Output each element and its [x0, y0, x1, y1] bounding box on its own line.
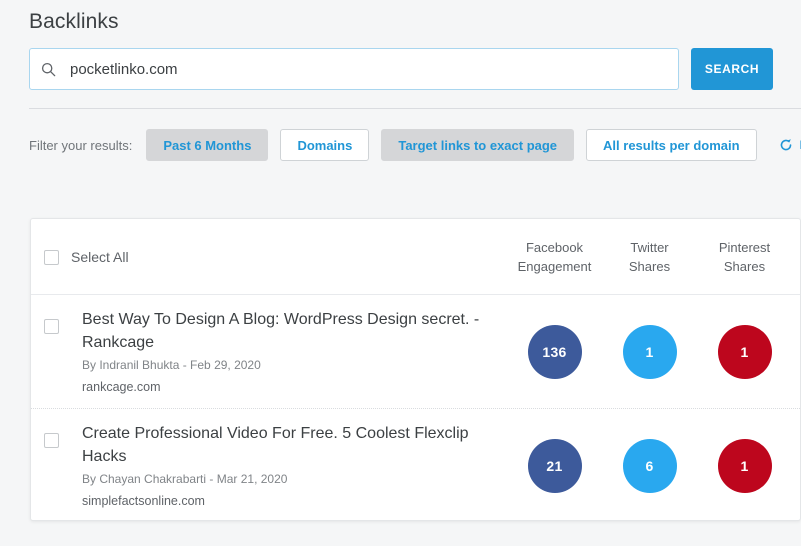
metric-cell-twitter: 6 [602, 438, 697, 493]
filter-chip-all-results-per-domain[interactable]: All results per domain [586, 129, 757, 161]
column-header-pinterest-line2: Shares [723, 258, 766, 274]
row-domain[interactable]: rankcage.com [82, 377, 482, 397]
select-all-checkbox[interactable] [44, 249, 59, 265]
column-header-pinterest-shares: Pinterest Shares [697, 238, 792, 276]
refresh-icon [779, 138, 793, 152]
filter-label: Filter your results: [29, 137, 133, 153]
select-all-control[interactable]: Select All [44, 249, 129, 265]
metric-cell-pinterest: 1 [697, 438, 792, 493]
column-header-twitter-shares: Twitter Shares [602, 238, 697, 276]
row-metrics: 136 1 1 [507, 295, 792, 408]
filter-row: Filter your results: Past 6 Months Domai… [29, 128, 801, 162]
results-card: Select All Facebook Engagement Twitter S… [30, 218, 801, 521]
row-title[interactable]: Create Professional Video For Free. 5 Co… [82, 422, 482, 468]
row-byline: By Indranil Bhukta - Feb 29, 2020 [82, 358, 261, 372]
metric-headers: Facebook Engagement Twitter Shares Pinte… [507, 219, 792, 294]
metric-cell-facebook: 136 [507, 324, 602, 379]
row-info: Create Professional Video For Free. 5 Co… [82, 422, 482, 511]
metric-cell-twitter: 1 [602, 324, 697, 379]
column-header-twitter-line2: Shares [628, 258, 671, 274]
page-title: Backlinks [29, 10, 119, 33]
search-icon [30, 49, 66, 89]
facebook-engagement-badge: 21 [527, 438, 582, 493]
column-header-facebook-line2: Engagement [517, 258, 592, 274]
column-header-facebook-engagement: Facebook Engagement [507, 238, 602, 276]
column-header-facebook-line1: Facebook [525, 239, 584, 255]
filter-chip-past-6-months[interactable]: Past 6 Months [146, 129, 269, 161]
results-header: Select All Facebook Engagement Twitter S… [31, 219, 800, 295]
metric-cell-facebook: 21 [507, 438, 602, 493]
row-byline: By Chayan Chakrabarti - Mar 21, 2020 [82, 472, 288, 486]
table-row[interactable]: Best Way To Design A Blog: WordPress Des… [31, 295, 800, 409]
column-header-pinterest-line1: Pinterest [718, 239, 771, 255]
table-row[interactable]: Create Professional Video For Free. 5 Co… [31, 409, 800, 520]
row-info: Best Way To Design A Blog: WordPress Des… [82, 308, 482, 397]
twitter-shares-badge: 1 [622, 324, 677, 379]
twitter-shares-badge: 6 [622, 438, 677, 493]
row-metrics: 21 6 1 [507, 409, 792, 520]
search-input[interactable] [66, 49, 678, 89]
column-header-twitter-line1: Twitter [630, 239, 669, 255]
row-title[interactable]: Best Way To Design A Blog: WordPress Des… [82, 308, 482, 354]
filter-chip-target-links-to-exact-page[interactable]: Target links to exact page [381, 129, 575, 161]
row-domain[interactable]: simplefactsonline.com [82, 491, 482, 511]
select-all-label: Select All [71, 249, 129, 265]
metric-cell-pinterest: 1 [697, 324, 792, 379]
row-checkbox[interactable] [44, 319, 59, 334]
facebook-engagement-badge: 136 [527, 324, 582, 379]
pinterest-shares-badge: 1 [717, 438, 772, 493]
filter-chip-domains[interactable]: Domains [280, 129, 370, 161]
search-button[interactable]: SEARCH [691, 48, 773, 90]
reset-filters-button[interactable]: RESET FILTERS [779, 138, 801, 152]
pinterest-shares-badge: 1 [717, 324, 772, 379]
search-box[interactable] [29, 48, 679, 90]
search-row: SEARCH [29, 48, 773, 92]
row-checkbox[interactable] [44, 433, 59, 448]
header-divider [29, 108, 801, 109]
